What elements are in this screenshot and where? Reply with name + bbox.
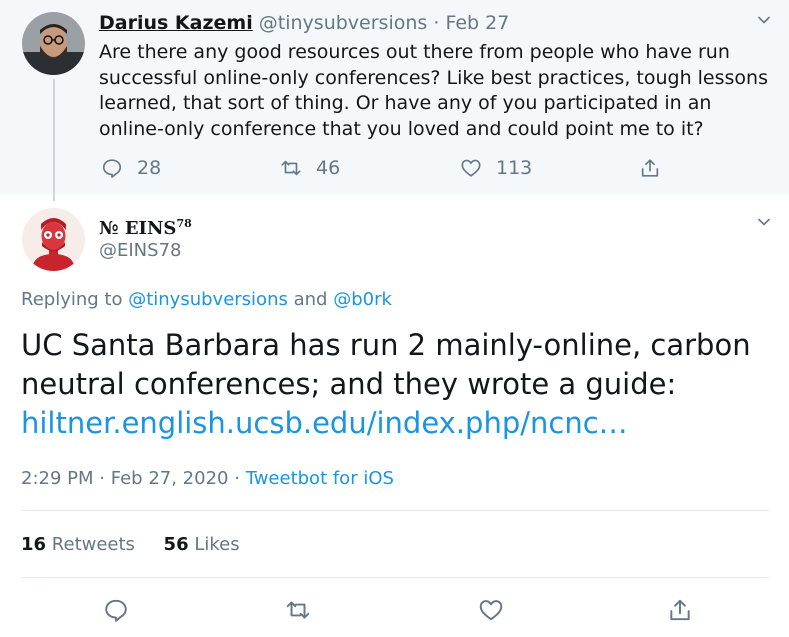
like-button[interactable]: 113 <box>460 157 532 179</box>
replying-and: and <box>293 289 328 310</box>
tweet-meta: 2:29 PM · Feb 27, 2020 · Tweetbot for iO… <box>21 468 394 489</box>
reply-button[interactable]: 28 <box>101 157 161 179</box>
divider <box>21 577 769 578</box>
reply-icon <box>102 159 122 178</box>
parent-header: Darius Kazemi @tinysubversions · Feb 27 <box>99 11 509 35</box>
reply-icon[interactable] <box>103 597 129 623</box>
main-display-name[interactable]: № EINS78 <box>99 212 192 241</box>
main-display-name-superscript: 78 <box>176 217 192 230</box>
share-icon[interactable] <box>667 597 693 623</box>
parent-tweet[interactable]: Darius Kazemi @tinysubversions · Feb 27 … <box>0 0 789 201</box>
main-handle[interactable]: @EINS78 <box>99 240 181 261</box>
like-icon <box>461 159 481 177</box>
retweet-icon[interactable] <box>285 597 311 623</box>
retweet-icon <box>281 160 301 176</box>
parent-display-name[interactable]: Darius Kazemi <box>99 12 253 34</box>
thread-line <box>53 79 55 201</box>
meta-separator: · <box>234 468 240 489</box>
tweet-time[interactable]: 2:29 PM <box>21 468 94 489</box>
retweets-count: 16 <box>21 534 47 555</box>
chevron-down-icon[interactable] <box>756 214 772 230</box>
parent-date[interactable]: Feb 27 <box>445 12 509 34</box>
retweets-label: Retweets <box>51 534 135 555</box>
main-tweet-text: UC Santa Barbara has run 2 mainly-online… <box>21 326 761 443</box>
divider <box>21 510 769 511</box>
share-button[interactable] <box>639 157 675 179</box>
main-avatar[interactable] <box>22 208 85 271</box>
likes-label: Likes <box>194 534 240 555</box>
parent-avatar[interactable] <box>22 12 85 75</box>
tweet-stats: 16 Retweets 56 Likes <box>21 534 240 555</box>
replying-user-link[interactable]: @tinysubversions <box>128 289 288 310</box>
parent-handle[interactable]: @tinysubversions <box>259 12 428 34</box>
tweet-source[interactable]: Tweetbot for iOS <box>246 468 394 489</box>
replying-to: Replying to @tinysubversions and @b0rk <box>21 289 392 310</box>
parent-tweet-text: Are there any good resources out there f… <box>99 41 768 140</box>
likes-count: 56 <box>163 534 189 555</box>
share-icon <box>641 159 659 177</box>
tweet-date[interactable]: Feb 27, 2020 <box>111 468 229 489</box>
retweet-button[interactable]: 46 <box>280 157 340 179</box>
replying-prefix: Replying to <box>21 289 123 310</box>
reply-count: 28 <box>137 157 162 179</box>
parent-separator: · <box>433 12 440 34</box>
meta-separator: · <box>99 468 105 489</box>
main-tweet-body: UC Santa Barbara has run 2 mainly-online… <box>21 328 751 401</box>
like-count: 113 <box>496 157 533 179</box>
replying-user-link[interactable]: @b0rk <box>333 289 392 310</box>
main-display-name-text: № EINS <box>99 218 177 239</box>
retweets-stat[interactable]: 16 Retweets <box>21 534 135 555</box>
like-icon[interactable] <box>478 597 504 623</box>
tweet-link[interactable]: hiltner.english.ucsb.edu/index.php/ncnc… <box>21 406 628 440</box>
likes-stat[interactable]: 56 Likes <box>164 534 240 555</box>
chevron-down-icon[interactable] <box>756 12 772 28</box>
retweet-count: 46 <box>316 157 341 179</box>
